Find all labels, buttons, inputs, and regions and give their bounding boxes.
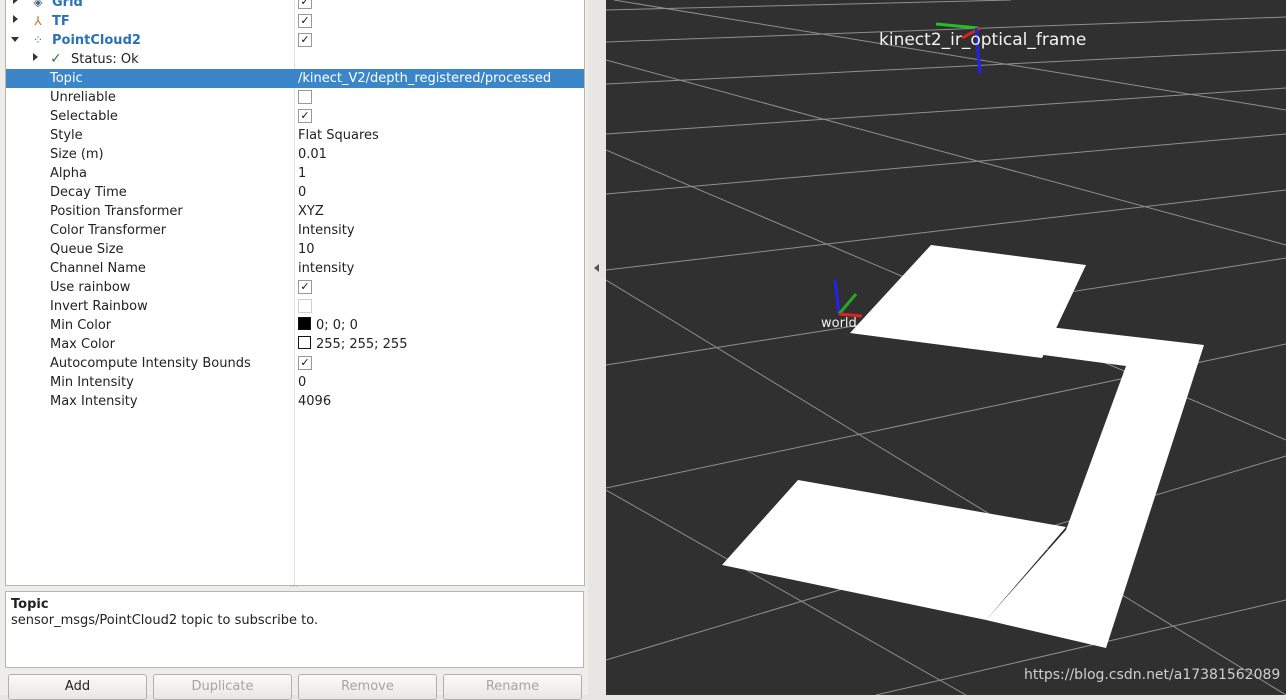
panel-splitter-handle[interactable]: ⋯ <box>290 583 302 591</box>
display-row-tf[interactable]: ⅄ TF ✓ <box>6 12 584 31</box>
frame-label-world: world <box>821 316 857 331</box>
pointcloud-icon: ⁘ <box>32 33 44 47</box>
property-row-unreliable[interactable]: Unreliable <box>6 88 584 107</box>
property-row-selectable[interactable]: Selectable ✓ <box>6 107 584 126</box>
property-name: Autocompute Intensity Bounds <box>50 356 251 371</box>
property-name: Decay Time <box>50 185 127 200</box>
displays-panel: ◈ Grid ✓ ⅄ TF ✓ ⁘ PointCloud2 ✓ ✓ Status… <box>0 0 600 700</box>
display-enabled-checkbox[interactable]: ✓ <box>298 33 312 47</box>
property-value[interactable]: 0.01 <box>298 146 327 163</box>
status-ok-icon: ✓ <box>50 51 62 67</box>
property-name: Channel Name <box>50 261 146 276</box>
property-name: Topic <box>50 71 83 86</box>
color-value: 255; 255; 255 <box>316 337 408 352</box>
property-value[interactable]: 0 <box>298 184 306 201</box>
grid-icon: ◈ <box>33 0 43 9</box>
expand-arrow-icon[interactable] <box>33 53 38 61</box>
display-label: TF <box>52 14 70 29</box>
frame-label-kinect: kinect2_ir_optical_frame <box>879 30 1087 50</box>
world-frame-axes <box>833 279 863 318</box>
property-name: Queue Size <box>50 242 124 257</box>
property-row-decay-time[interactable]: Decay Time 0 <box>6 183 584 202</box>
property-row-position-transformer[interactable]: Position Transformer XYZ <box>6 202 584 221</box>
scene-svg <box>606 0 1286 695</box>
property-row-use-rainbow[interactable]: Use rainbow ✓ <box>6 278 584 297</box>
property-row-autocompute-intensity-bounds[interactable]: Autocompute Intensity Bounds ✓ <box>6 354 584 373</box>
expand-arrow-icon[interactable] <box>13 0 18 4</box>
color-swatch[interactable] <box>298 336 311 349</box>
property-row-alpha[interactable]: Alpha 1 <box>6 164 584 183</box>
property-name: Invert Rainbow <box>50 299 148 314</box>
unreliable-checkbox[interactable] <box>298 90 312 104</box>
property-row-max-color[interactable]: Max Color 255; 255; 255 <box>6 335 584 354</box>
display-enabled-checkbox[interactable]: ✓ <box>298 14 312 28</box>
add-button[interactable]: Add <box>8 674 147 700</box>
display-enabled-checkbox[interactable]: ✓ <box>298 0 312 9</box>
property-value[interactable]: XYZ <box>298 203 324 220</box>
property-name: Color Transformer <box>50 223 167 238</box>
property-value[interactable]: 1 <box>298 165 306 182</box>
property-row-channel-name[interactable]: Channel Name intensity <box>6 259 584 278</box>
rename-button[interactable]: Rename <box>443 674 582 700</box>
property-value[interactable]: 0 <box>298 374 306 391</box>
property-row-queue-size[interactable]: Queue Size 10 <box>6 240 584 259</box>
property-name: Min Intensity <box>50 375 134 390</box>
description-title: Topic <box>11 597 49 612</box>
property-row-color-transformer[interactable]: Color Transformer Intensity <box>6 221 584 240</box>
property-name: Style <box>50 128 83 143</box>
color-swatch[interactable] <box>298 317 311 330</box>
description-text: sensor_msgs/PointCloud2 topic to subscri… <box>11 613 319 628</box>
property-name: Alpha <box>50 166 87 181</box>
property-value[interactable]: 4096 <box>298 393 331 410</box>
remove-button[interactable]: Remove <box>298 674 437 700</box>
tf-icon: ⅄ <box>34 14 42 28</box>
3d-render-viewport[interactable]: kinect2_ir_optical_frame world https://b… <box>606 0 1286 695</box>
display-label: Grid <box>52 0 83 10</box>
status-row[interactable]: ✓ Status: Ok <box>6 50 584 69</box>
property-row-size[interactable]: Size (m) 0.01 <box>6 145 584 164</box>
collapse-left-arrow-icon[interactable] <box>594 264 599 272</box>
property-row-topic[interactable]: Topic /kinect_V2/depth_registered/proces… <box>6 69 584 88</box>
property-value[interactable]: Intensity <box>298 222 355 239</box>
display-row-pointcloud2[interactable]: ⁘ PointCloud2 ✓ <box>6 31 584 50</box>
invert-rainbow-checkbox[interactable] <box>298 299 312 313</box>
property-description-box: Topic sensor_msgs/PointCloud2 topic to s… <box>5 591 584 668</box>
property-name: Position Transformer <box>50 204 183 219</box>
property-value[interactable]: 255; 255; 255 <box>298 336 407 353</box>
color-value: 0; 0; 0 <box>316 318 358 333</box>
property-row-invert-rainbow[interactable]: Invert Rainbow <box>6 297 584 316</box>
property-row-style[interactable]: Style Flat Squares <box>6 126 584 145</box>
property-row-min-intensity[interactable]: Min Intensity 0 <box>6 373 584 392</box>
property-name: Min Color <box>50 318 112 333</box>
collapse-arrow-icon[interactable] <box>11 37 19 42</box>
autocompute-checkbox[interactable]: ✓ <box>298 356 312 370</box>
use-rainbow-checkbox[interactable]: ✓ <box>298 280 312 294</box>
property-value[interactable]: intensity <box>298 260 354 277</box>
expand-arrow-icon[interactable] <box>13 15 18 23</box>
display-row-grid[interactable]: ◈ Grid ✓ <box>6 0 584 12</box>
property-name: Size (m) <box>50 147 104 162</box>
property-value[interactable]: 0; 0; 0 <box>298 317 358 334</box>
property-row-max-intensity[interactable]: Max Intensity 4096 <box>6 392 584 411</box>
property-name: Max Color <box>50 337 115 352</box>
property-value[interactable]: Flat Squares <box>298 127 379 144</box>
property-name: Unreliable <box>50 90 116 105</box>
property-name: Max Intensity <box>50 394 138 409</box>
property-row-min-color[interactable]: Min Color 0; 0; 0 <box>6 316 584 335</box>
displays-tree[interactable]: ◈ Grid ✓ ⅄ TF ✓ ⁘ PointCloud2 ✓ ✓ Status… <box>5 0 585 586</box>
property-name: Selectable <box>50 109 118 124</box>
property-value[interactable]: 10 <box>298 241 315 258</box>
display-label: PointCloud2 <box>52 33 141 48</box>
pointcloud-floor <box>722 245 1204 648</box>
property-value[interactable]: /kinect_V2/depth_registered/processed <box>298 70 551 87</box>
property-name: Use rainbow <box>50 280 131 295</box>
duplicate-button[interactable]: Duplicate <box>153 674 292 700</box>
status-label: Status: Ok <box>71 52 139 67</box>
collapse-panel-handle[interactable] <box>588 0 606 695</box>
selectable-checkbox[interactable]: ✓ <box>298 109 312 123</box>
watermark: https://blog.csdn.net/a17381562089 <box>1024 667 1281 683</box>
